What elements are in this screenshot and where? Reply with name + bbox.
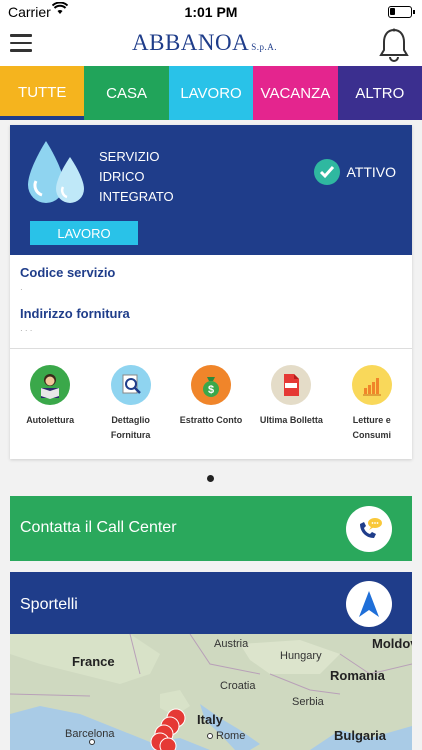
- indirizzo-fornitura-value: · · ·: [20, 326, 33, 335]
- reader-icon: [30, 365, 71, 405]
- navigation-bar: ABBANOA S.p.A.: [0, 24, 422, 66]
- autolettura-label: Autolettura: [26, 415, 75, 425]
- map-label-italy: Italy: [197, 712, 224, 727]
- phone-chat-icon: [346, 506, 392, 552]
- service-name: SERVIZIO IDRICO INTEGRATO: [99, 149, 174, 204]
- map-label-moldova: Moldov: [372, 636, 412, 651]
- clock: 1:01 PM: [184, 4, 238, 20]
- service-card[interactable]: SERVIZIO IDRICO INTEGRATO ATTIVO LAVORO …: [10, 125, 412, 459]
- magnifier-document-icon: [110, 365, 151, 405]
- category-tabs: TUTTE CASA LAVORO VACANZA ALTRO: [0, 66, 422, 120]
- map-label-croatia: Croatia: [220, 680, 256, 692]
- estratto-conto-button[interactable]: $ Estratto Conto: [171, 365, 251, 445]
- service-header: SERVIZIO IDRICO INTEGRATO ATTIVO LAVORO: [10, 125, 412, 255]
- page-indicator: [207, 475, 214, 482]
- bell-icon[interactable]: [378, 27, 410, 68]
- pdf-icon: [271, 365, 312, 405]
- letture-consumi-label: Letture e Consumi: [352, 415, 391, 440]
- money-bag-icon: $: [190, 365, 231, 405]
- map-label-romania: Romania: [330, 668, 385, 683]
- branches-map[interactable]: Austria Moldov France Hungary Romania Cr…: [10, 634, 412, 750]
- ultima-bolletta-button[interactable]: Ultima Bolletta: [251, 365, 331, 445]
- menu-icon[interactable]: [10, 34, 32, 52]
- dettaglio-fornitura-button[interactable]: Dettaglio Fornitura: [90, 365, 170, 445]
- svg-text:$: $: [208, 384, 214, 396]
- map-label-rome: Rome: [216, 730, 246, 742]
- battery-icon: [388, 6, 415, 18]
- ultima-bolletta-label: Ultima Bolletta: [259, 415, 323, 425]
- navigation-arrow-icon: [346, 581, 392, 627]
- indirizzo-fornitura-label: Indirizzo fornitura: [20, 306, 130, 321]
- tab-altro[interactable]: ALTRO: [337, 66, 422, 120]
- map-label-bulgaria: Bulgaria: [334, 728, 387, 743]
- check-icon: [314, 159, 341, 185]
- sportelli-label: Sportelli: [20, 596, 78, 613]
- status-badge: ATTIVO: [346, 164, 396, 180]
- estratto-conto-label: Estratto Conto: [179, 415, 243, 425]
- bar-chart-icon: [351, 365, 392, 405]
- map-label-france: France: [72, 654, 115, 669]
- tab-casa[interactable]: CASA: [84, 66, 169, 120]
- tab-lavoro[interactable]: LAVORO: [168, 66, 254, 120]
- water-drops-icon: [24, 139, 92, 214]
- map-label-barcelona: Barcelona: [65, 728, 115, 740]
- call-center-label: Contatta il Call Center: [20, 519, 177, 536]
- map-label-serbia: Serbia: [292, 696, 324, 708]
- tab-tutte[interactable]: TUTTE: [0, 66, 85, 120]
- dettaglio-fornitura-label: Dettaglio Fornitura: [110, 415, 151, 440]
- codice-servizio-label: Codice servizio: [20, 265, 116, 280]
- service-status: ATTIVO: [314, 159, 396, 185]
- map-label-hungary: Hungary: [280, 650, 322, 662]
- tab-vacanza[interactable]: VACANZA: [253, 66, 338, 120]
- status-bar: Carrier 1:01 PM: [0, 0, 422, 24]
- quick-actions: Autolettura Dettaglio Fornitura $ Estrat…: [10, 365, 412, 445]
- category-badge: LAVORO: [30, 221, 138, 245]
- divider: [10, 348, 412, 349]
- autolettura-button[interactable]: Autolettura: [10, 365, 90, 445]
- letture-consumi-button[interactable]: Letture e Consumi: [332, 365, 412, 445]
- sportelli-button[interactable]: Sportelli: [10, 572, 412, 634]
- abbanoa-logo: ABBANOA S.p.A.: [132, 30, 277, 55]
- codice-servizio-value: ·: [20, 285, 23, 294]
- call-center-button[interactable]: Contatta il Call Center: [10, 496, 412, 561]
- map-label-austria: Austria: [214, 638, 249, 650]
